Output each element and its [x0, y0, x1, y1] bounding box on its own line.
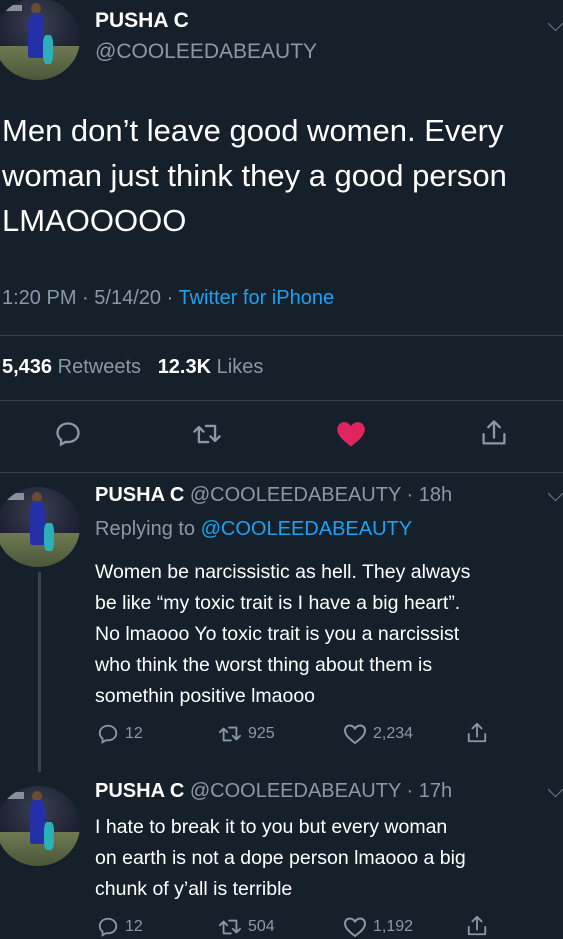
reply-age[interactable]: 18h [419, 484, 452, 506]
divider [0, 400, 563, 401]
thread-line [38, 572, 41, 772]
reply-icon [56, 422, 80, 447]
chevron-down-icon[interactable] [547, 781, 563, 798]
retweet-icon [219, 726, 241, 742]
reply-count: 12 [125, 918, 143, 935]
chevron-down-icon[interactable] [547, 485, 563, 502]
retweet-button[interactable]: 504 [218, 916, 275, 938]
retweets-label: Retweets [57, 356, 141, 378]
separator-dot: · [166, 287, 174, 309]
retweet-count: 925 [248, 725, 275, 742]
share-button[interactable] [466, 914, 488, 938]
likes-label: Likes [216, 356, 264, 378]
retweet-icon [193, 424, 221, 444]
reply-text-line: be like “my toxic trait is I have a big … [95, 592, 461, 614]
avatar[interactable] [0, 786, 80, 866]
reply-text-line: No lmaooo Yo toxic trait is you a narcis… [95, 623, 460, 645]
tweet-time[interactable]: 1:20 PM [2, 287, 76, 309]
reply-count: 12 [125, 725, 143, 742]
retweet-count: 504 [248, 918, 275, 935]
reply-button[interactable]: 12 [97, 723, 143, 745]
reply-text-line: chunk of y’all is terrible [95, 878, 293, 900]
like-count: 1,192 [373, 918, 414, 935]
tweet-text-line: woman just think they a good person [2, 158, 507, 193]
tweet-meta: 1:20 PM · 5/14/20 · Twitter for iPhone [2, 287, 334, 310]
handle[interactable]: @COOLEEDABEAUTY [95, 40, 317, 64]
share-icon [467, 915, 487, 936]
tweet-text-line: LMAOOOOO [2, 203, 187, 238]
share-button[interactable] [480, 418, 508, 448]
reply-text-line: Women be narcissistic as hell. They alwa… [95, 561, 471, 583]
like-count: 2,234 [373, 725, 414, 742]
reply-text-line: on earth is not a dope person lmaooo a b… [95, 847, 466, 869]
handle[interactable]: @COOLEEDABEAUTY [190, 780, 401, 802]
share-button[interactable] [466, 721, 488, 745]
reply-header: PUSHA C @COOLEEDABEAUTY · 18h [95, 484, 453, 506]
divider [0, 335, 563, 336]
tweet-text: Men don’t leave good women. Every woman … [2, 108, 507, 243]
heart-icon [337, 422, 365, 447]
like-button[interactable] [336, 420, 366, 448]
avatar[interactable] [0, 0, 80, 80]
likes-count: 12.3K [157, 356, 212, 378]
reply-icon [98, 917, 118, 937]
share-icon [467, 722, 487, 743]
retweets-stat[interactable]: 5,436 Retweets [2, 356, 147, 378]
reply-text: Women be narcissistic as hell. They alwa… [95, 557, 470, 712]
tweet-date[interactable]: 5/14/20 [94, 287, 161, 309]
replying-to: Replying to @COOLEEDABEAUTY [95, 518, 412, 541]
reply-text: I hate to break it to you but every woma… [95, 812, 466, 905]
heart-outline-icon [343, 724, 367, 745]
divider [0, 472, 563, 473]
reply-header: PUSHA C @COOLEEDABEAUTY · 17h [95, 780, 453, 802]
engagement-stats: 5,436 Retweets 12.3K Likes [2, 356, 263, 379]
like-button[interactable]: 2,234 [343, 723, 413, 745]
replying-to-link[interactable]: @COOLEEDABEAUTY [201, 518, 412, 540]
display-name[interactable]: PUSHA C [95, 484, 184, 506]
reply-button[interactable]: 12 [97, 916, 143, 938]
like-button[interactable]: 1,192 [343, 916, 413, 938]
tweet-source-link[interactable]: Twitter for iPhone [178, 287, 334, 309]
reply-button[interactable] [54, 420, 82, 448]
retweet-button[interactable] [192, 420, 222, 448]
retweet-button[interactable]: 925 [218, 723, 275, 745]
replying-prefix: Replying to [95, 518, 196, 540]
reply-age[interactable]: 17h [419, 780, 452, 802]
handle[interactable]: @COOLEEDABEAUTY [190, 484, 401, 506]
reply-text-line: I hate to break it to you but every woma… [95, 816, 448, 838]
reply-text-line: who think the worst thing about them is [95, 654, 433, 676]
display-name[interactable]: PUSHA C [95, 780, 184, 802]
share-icon [482, 420, 506, 445]
heart-outline-icon [343, 917, 367, 938]
avatar[interactable] [0, 487, 80, 567]
chevron-down-icon[interactable] [547, 15, 563, 32]
retweet-icon [219, 919, 241, 935]
reply-icon [98, 724, 118, 744]
likes-stat[interactable]: 12.3K Likes [158, 356, 264, 378]
separator-dot: · [82, 287, 89, 309]
retweets-count: 5,436 [2, 356, 53, 378]
display-name[interactable]: PUSHA C [95, 9, 189, 33]
reply-text-line: somethin positive lmaooo [95, 685, 316, 707]
tweet-text-line: Men don’t leave good women. Every [2, 113, 504, 148]
